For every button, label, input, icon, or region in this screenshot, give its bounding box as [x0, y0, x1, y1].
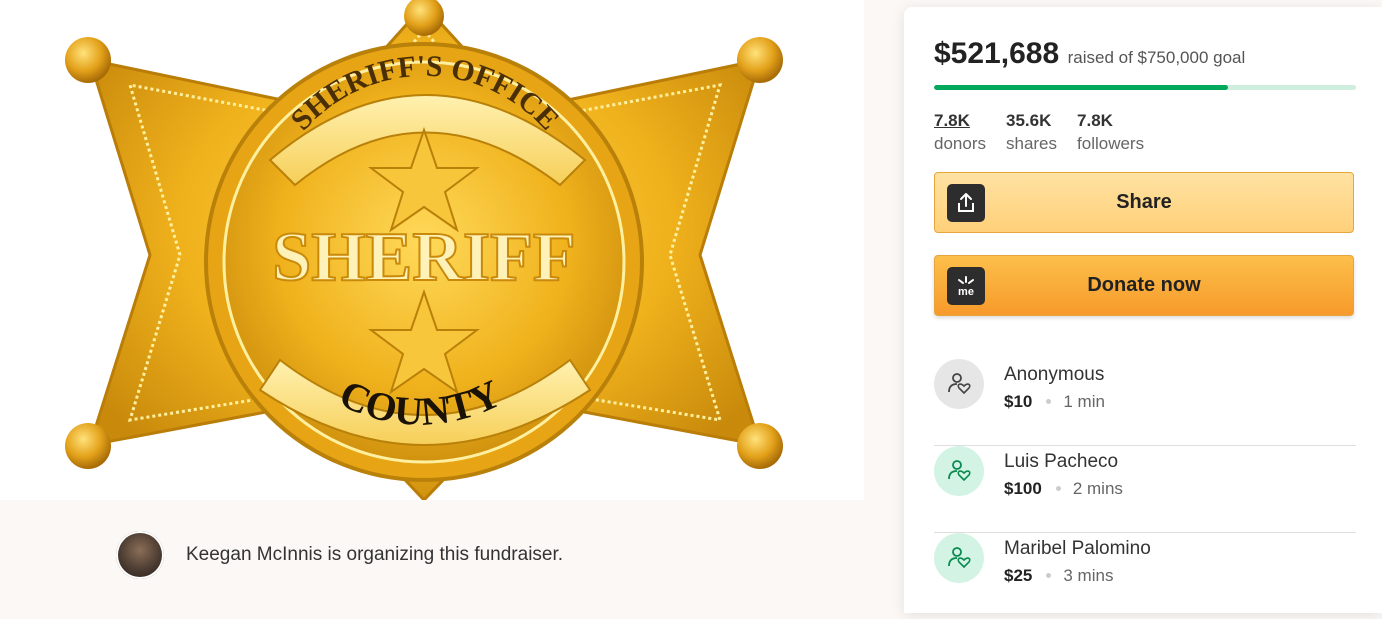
donation-time: 1 min: [1063, 392, 1105, 411]
donation-amount: $10: [1004, 392, 1033, 411]
donation-time: 3 mins: [1063, 566, 1114, 585]
amount-raised: $521,688: [934, 37, 1060, 70]
donor-heart-icon: [948, 547, 971, 569]
donation-amount: $25: [1004, 566, 1033, 585]
campaign-hero-image: SHERIFF'S OFFICE SHERIFF COUNTY: [0, 0, 864, 500]
donation-item: Maribel Palomino $25 3 mins: [934, 533, 1356, 619]
donation-time: 2 mins: [1072, 479, 1123, 498]
share-button[interactable]: Share: [934, 172, 1354, 233]
stat-shares-label: shares: [1005, 134, 1058, 153]
gofundme-icon: me: [947, 267, 985, 305]
donation-meta: $25 3 mins: [1004, 566, 1113, 586]
organizer-avatar[interactable]: [116, 531, 164, 579]
donation-meta: $100 2 mins: [1004, 479, 1123, 499]
stat-followers-label: followers: [1077, 134, 1145, 153]
organizer-text: Keegan McInnis is organizing this fundra…: [186, 544, 564, 565]
stat-donors-value[interactable]: 7.8K: [934, 111, 986, 131]
progress-bar: [934, 85, 1356, 90]
donate-button-label: Donate now: [1087, 274, 1201, 296]
donor-name: Luis Pacheco: [1004, 451, 1119, 472]
donation-item: Anonymous $10 1 min: [934, 359, 1356, 446]
donation-amount: $100: [1004, 479, 1042, 498]
donation-card: $521,688 raised of $750,000 goal 7.8K do…: [904, 7, 1382, 613]
donor-name: Anonymous: [1004, 364, 1105, 385]
amount-raised-row: $521,688 raised of $750,000 goal: [934, 37, 1245, 71]
badge-center-text: SHERIFF: [272, 219, 575, 296]
stat-shares-value: 35.6K: [1005, 111, 1052, 130]
donor-heart-icon: [948, 460, 971, 482]
stat-donors[interactable]: 7.8K donors: [934, 111, 986, 154]
donate-button[interactable]: me Donate now: [934, 255, 1354, 316]
share-icon: [947, 184, 985, 222]
progress-bar-fill: [934, 85, 1228, 90]
donor-avatar: [934, 359, 984, 409]
donor-avatar: [934, 446, 984, 496]
donor-heart-icon: [948, 373, 971, 395]
donor-avatar: [934, 533, 984, 583]
goal-text: raised of $750,000 goal: [1067, 48, 1246, 67]
svg-text:me: me: [958, 286, 974, 298]
share-button-label: Share: [1116, 191, 1172, 213]
sheriff-badge-image: SHERIFF'S OFFICE SHERIFF COUNTY: [65, 0, 783, 500]
donation-meta: $10 1 min: [1004, 392, 1105, 412]
stat-followers: 7.8K followers: [1077, 111, 1144, 154]
donation-item: Luis Pacheco $100 2 mins: [934, 446, 1356, 533]
stat-donors-label: donors: [934, 134, 986, 153]
campaign-stats: 7.8K donors 35.6K shares 7.8K followers: [934, 111, 1144, 154]
donor-name: Maribel Palomino: [1004, 538, 1151, 559]
stat-shares: 35.6K shares: [1006, 111, 1057, 154]
stat-followers-value: 7.8K: [1077, 111, 1113, 130]
